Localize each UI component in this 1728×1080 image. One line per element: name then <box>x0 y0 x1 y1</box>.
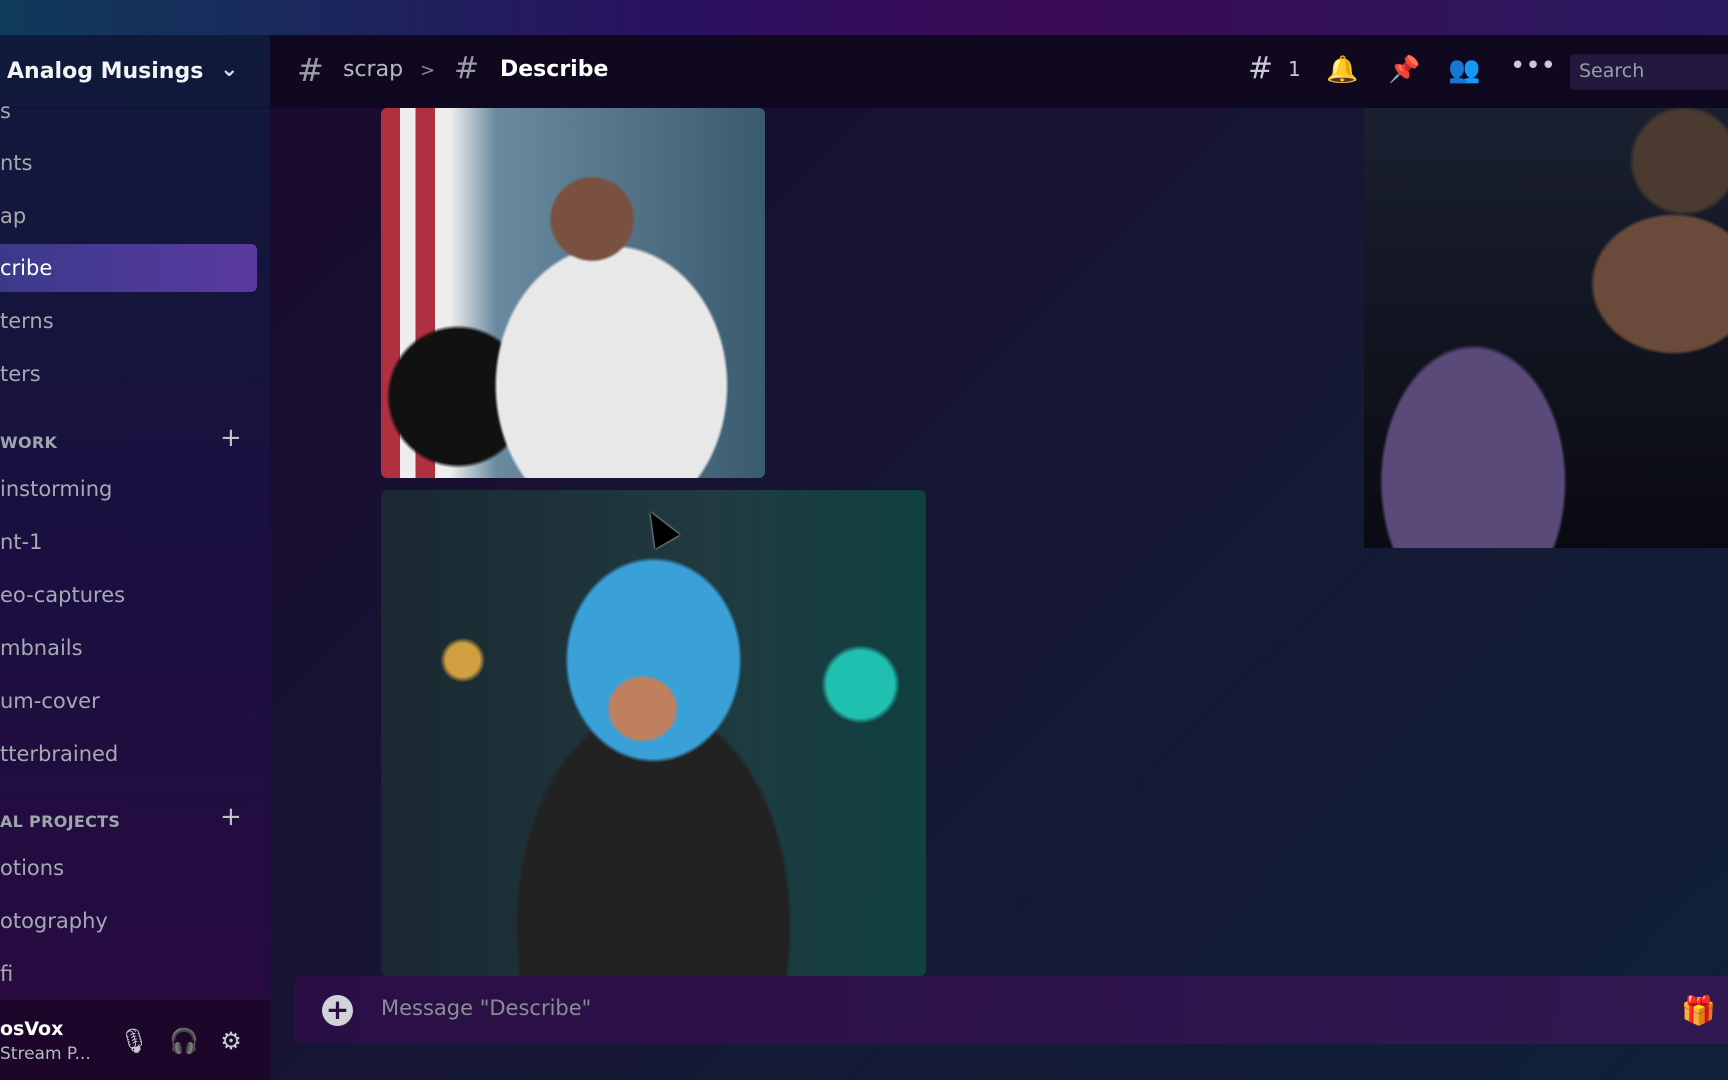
channel-item-selected[interactable]: cribe <box>0 244 257 292</box>
hash-icon: # <box>297 51 324 89</box>
microphone-icon[interactable]: 🎙 <box>119 1028 149 1054</box>
server-name: Analog Musings <box>7 58 204 84</box>
webcam-overlay <box>1364 108 1728 548</box>
channel-item[interactable]: s <box>0 87 257 135</box>
channel-item[interactable]: otions <box>0 844 257 892</box>
channel-item[interactable]: ters <box>0 350 257 398</box>
channel-item[interactable]: um-cover <box>0 677 257 725</box>
message-composer[interactable]: + Message "Describe" 🎁 <box>294 976 1728 1044</box>
window-titlebar <box>0 0 1728 35</box>
channel-sidebar: Analog Musings ⌄ s nts ap cribe terns te… <box>0 35 270 1080</box>
gift-icon[interactable]: 🎁 <box>1681 994 1716 1027</box>
pin-icon[interactable]: 📌 <box>1388 55 1420 85</box>
bell-icon[interactable]: 🔔 <box>1326 55 1358 85</box>
gear-icon[interactable]: ⚙ <box>218 1028 244 1054</box>
members-icon[interactable]: 👥 <box>1448 55 1480 85</box>
add-attachment-button[interactable]: + <box>322 995 353 1026</box>
channel-item[interactable]: otography <box>0 897 257 945</box>
threads-count: 1 <box>1288 57 1301 81</box>
channel-item[interactable]: tterbrained <box>0 730 257 778</box>
thread-icon: # <box>454 51 480 86</box>
channel-item[interactable]: eo-captures <box>0 571 257 619</box>
add-channel-icon[interactable]: + <box>220 802 242 832</box>
breadcrumb-separator: > <box>420 60 436 81</box>
category-header[interactable]: AL PROJECTS <box>0 812 120 831</box>
message-input[interactable]: Message "Describe" <box>381 996 591 1020</box>
more-icon[interactable]: ••• <box>1510 51 1556 81</box>
image-attachment-blue-hair[interactable] <box>381 490 926 976</box>
category-header[interactable]: WORK <box>0 433 57 452</box>
breadcrumb-parent[interactable]: scrap <box>343 57 403 82</box>
chevron-down-icon[interactable]: ⌄ <box>220 57 238 82</box>
channel-item[interactable]: terns <box>0 297 257 345</box>
channel-item[interactable]: nt-1 <box>0 518 257 566</box>
add-channel-icon[interactable]: + <box>220 423 242 453</box>
image-attachment-astronaut[interactable] <box>381 108 765 478</box>
page-title: Describe <box>500 57 609 82</box>
channel-item[interactable]: instorming <box>0 465 257 513</box>
channel-item[interactable]: ap <box>0 192 257 240</box>
search-input[interactable]: Search <box>1570 54 1728 90</box>
channel-item[interactable]: fi <box>0 950 257 998</box>
threads-icon[interactable]: # <box>1248 51 1273 86</box>
user-status: Stream P... <box>0 1044 91 1064</box>
headphones-icon[interactable]: 🎧 <box>169 1028 199 1054</box>
channel-item[interactable]: mbnails <box>0 624 257 672</box>
username[interactable]: osVox <box>0 1018 63 1040</box>
channel-header: # scrap > # Describe # 1 🔔 📌 👥 ••• Searc… <box>270 35 1728 108</box>
channel-item[interactable]: nts <box>0 139 257 187</box>
user-panel: osVox Stream P... 🎙 🎧 ⚙ <box>0 1000 270 1080</box>
